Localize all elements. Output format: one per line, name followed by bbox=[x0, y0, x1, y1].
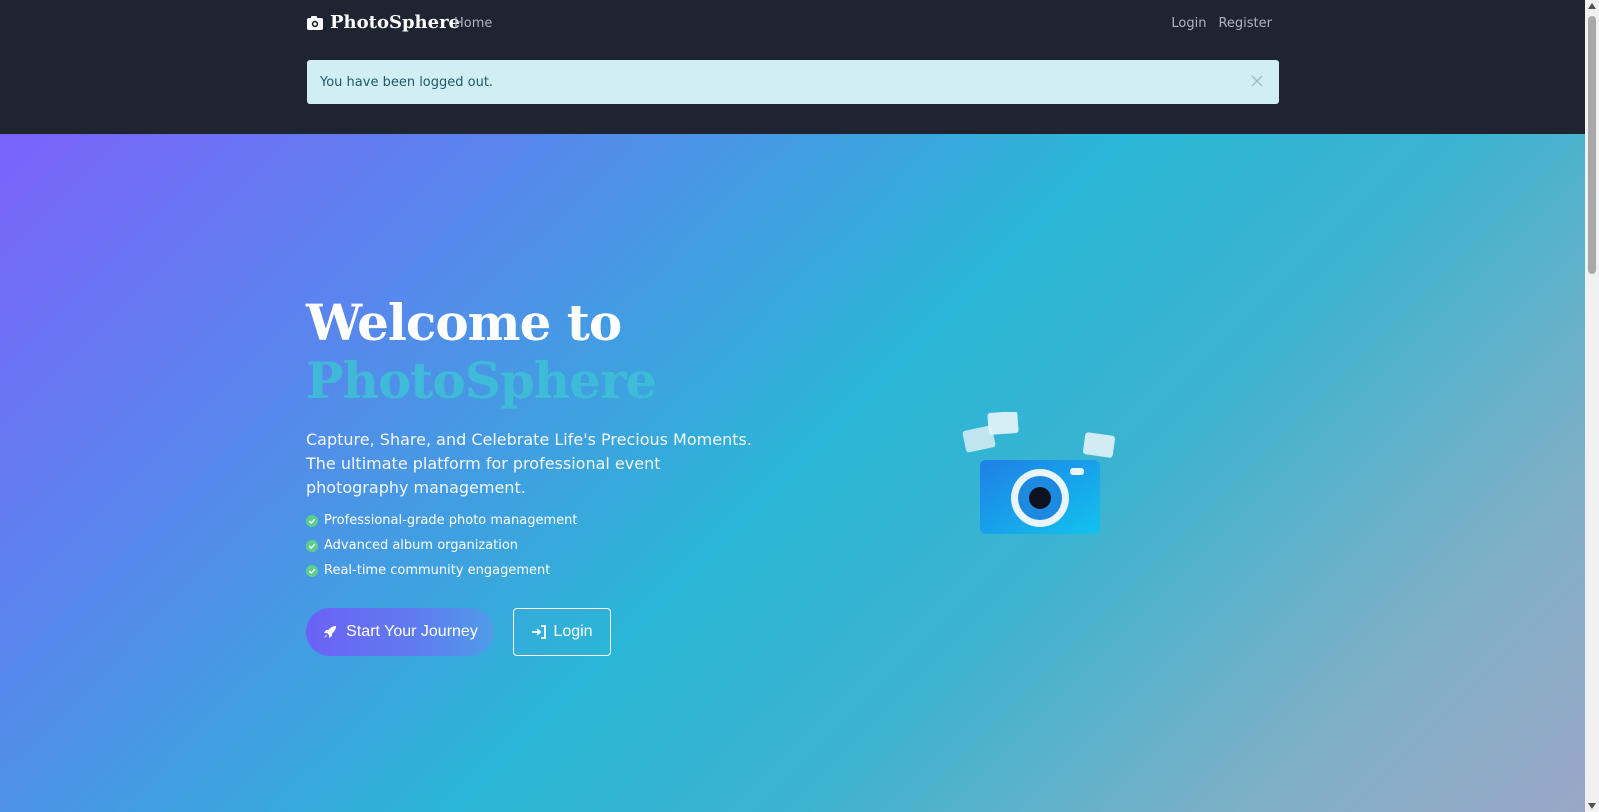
logout-alert: You have been logged out. bbox=[307, 60, 1279, 104]
hero-title: Welcome to PhotoSphere bbox=[306, 293, 657, 410]
rocket-icon bbox=[324, 626, 337, 638]
top-navbar: PhotoSphere Home Login Register bbox=[0, 0, 1585, 50]
scroll-down-arrow-icon[interactable] bbox=[1588, 803, 1596, 809]
alert-container: You have been logged out. bbox=[0, 50, 1585, 134]
hero-login-button[interactable]: Login bbox=[513, 608, 611, 656]
camera-illustration-icon bbox=[962, 412, 1115, 534]
feature-item: Professional-grade photo management bbox=[306, 508, 577, 533]
nav-link-login[interactable]: Login bbox=[1171, 16, 1206, 31]
check-circle-icon bbox=[306, 539, 318, 552]
nav-auth-links: Login Register bbox=[1171, 16, 1272, 31]
hero-title-line1: Welcome to bbox=[306, 293, 622, 352]
vertical-scrollbar[interactable] bbox=[1585, 0, 1599, 812]
feature-text: Real-time community engagement bbox=[324, 563, 551, 578]
close-icon[interactable] bbox=[1249, 73, 1265, 89]
check-circle-icon bbox=[306, 564, 318, 577]
start-journey-label: Start Your Journey bbox=[346, 623, 478, 640]
brand-name: PhotoSphere bbox=[330, 12, 461, 33]
camera-icon bbox=[307, 15, 323, 30]
hero-title-brand: PhotoSphere bbox=[306, 351, 657, 410]
nav-link-home[interactable]: Home bbox=[454, 16, 492, 31]
hero-subtitle: Capture, Share, and Celebrate Life's Pre… bbox=[306, 430, 752, 497]
feature-item: Real-time community engagement bbox=[306, 558, 577, 583]
brand-logo[interactable]: PhotoSphere bbox=[306, 12, 460, 33]
alert-message: You have been logged out. bbox=[320, 74, 494, 90]
sign-in-icon bbox=[532, 625, 547, 639]
check-circle-icon bbox=[306, 514, 318, 527]
feature-item: Advanced album organization bbox=[306, 533, 577, 558]
nav-link-register[interactable]: Register bbox=[1218, 16, 1272, 31]
scroll-up-arrow-icon[interactable] bbox=[1588, 3, 1596, 9]
feature-text: Advanced album organization bbox=[324, 538, 519, 553]
feature-list: Professional-grade photo management Adva… bbox=[306, 508, 577, 583]
hero-login-label: Login bbox=[553, 623, 593, 640]
start-journey-button[interactable]: Start Your Journey bbox=[306, 608, 494, 656]
feature-text: Professional-grade photo management bbox=[324, 513, 578, 528]
scroll-thumb[interactable] bbox=[1588, 16, 1596, 274]
hero-section: Welcome to PhotoSphere Capture, Share, a… bbox=[0, 134, 1585, 812]
